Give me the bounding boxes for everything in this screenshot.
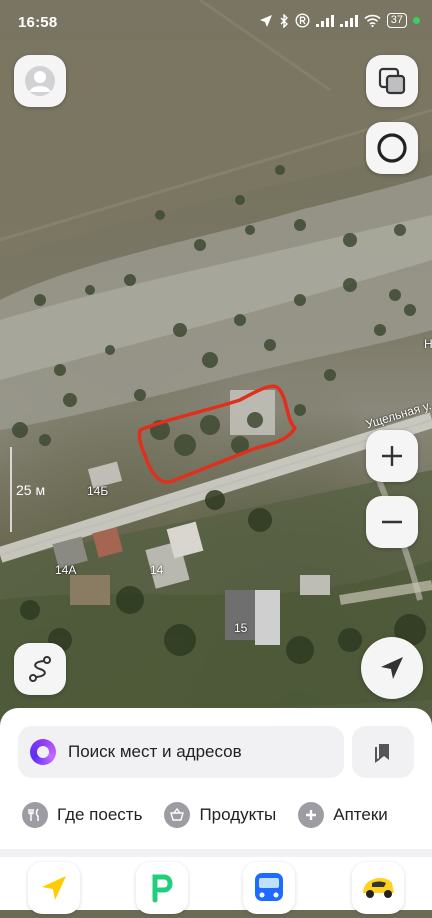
transport-app-button[interactable] xyxy=(243,862,295,914)
house-number-14: 14 xyxy=(150,563,164,577)
layers-icon xyxy=(378,67,406,95)
house-number-14a: 14А xyxy=(55,563,77,577)
parking-p-icon xyxy=(152,874,173,903)
search-field[interactable]: Поиск мест и адресов xyxy=(18,726,344,778)
alice-icon xyxy=(30,739,56,765)
scale-label: 25 м xyxy=(16,482,46,498)
basket-icon xyxy=(164,802,191,828)
signal-icon-2 xyxy=(339,14,358,27)
battery-indicator: 37 xyxy=(386,13,407,28)
house-number-15: 15 xyxy=(234,621,248,635)
signal-icon-1 xyxy=(315,14,334,27)
location-arrow-icon xyxy=(381,657,403,679)
layers-button[interactable] xyxy=(366,55,418,107)
registered-icon xyxy=(295,13,310,28)
route-button[interactable] xyxy=(14,643,66,695)
my-location-button[interactable] xyxy=(361,637,423,699)
chip-groceries-label: Продукты xyxy=(199,805,277,824)
profile-button[interactable] xyxy=(14,55,66,107)
chip-food-label: Где поесть xyxy=(57,805,143,824)
bookmarks-icon xyxy=(375,744,389,763)
minus-icon xyxy=(382,520,402,524)
house-number-14b: 14Б xyxy=(87,484,109,498)
taxi-car-icon xyxy=(363,878,394,898)
category-chips: Где поесть Продукты Аптеки xyxy=(22,800,432,830)
bottom-sheet: Поиск мест и адресов Где поесть Продукты… xyxy=(0,708,432,914)
route-icon xyxy=(29,656,51,682)
taxi-app-button[interactable] xyxy=(352,862,404,914)
location-arrow-icon xyxy=(259,14,272,27)
wifi-icon xyxy=(364,14,381,27)
chip-food[interactable]: Где поесть xyxy=(22,800,142,830)
zoom-in-button[interactable] xyxy=(366,430,418,482)
green-status-dot xyxy=(413,17,420,24)
navigator-app-button[interactable] xyxy=(28,862,80,914)
alice-assistant-button[interactable] xyxy=(366,122,418,174)
plus-icon xyxy=(298,802,325,828)
status-icons: 37 xyxy=(259,13,420,28)
bus-icon xyxy=(255,873,283,901)
chip-groceries[interactable]: Продукты xyxy=(164,800,276,830)
app-shortcuts xyxy=(0,860,432,918)
zoom-out-button[interactable] xyxy=(366,496,418,548)
scale-bar xyxy=(10,447,12,532)
chip-pharmacy[interactable]: Аптеки xyxy=(298,800,388,830)
bookmarks-button[interactable] xyxy=(352,726,414,778)
search-placeholder: Поиск мест и адресов xyxy=(68,742,242,761)
plus-icon xyxy=(382,446,402,466)
status-bar: 16:58 37 xyxy=(0,0,432,44)
avatar-icon xyxy=(25,66,55,96)
sheet-divider xyxy=(0,849,432,857)
bluetooth-icon xyxy=(280,13,288,28)
parking-app-button[interactable] xyxy=(136,862,188,914)
status-time: 16:58 xyxy=(18,14,58,31)
edge-label: Н xyxy=(424,337,432,351)
chip-pharmacy-label: Аптеки xyxy=(333,805,388,824)
alice-ring-icon xyxy=(377,133,407,163)
navigator-arrow-icon xyxy=(42,876,66,900)
fork-knife-icon xyxy=(22,802,48,828)
